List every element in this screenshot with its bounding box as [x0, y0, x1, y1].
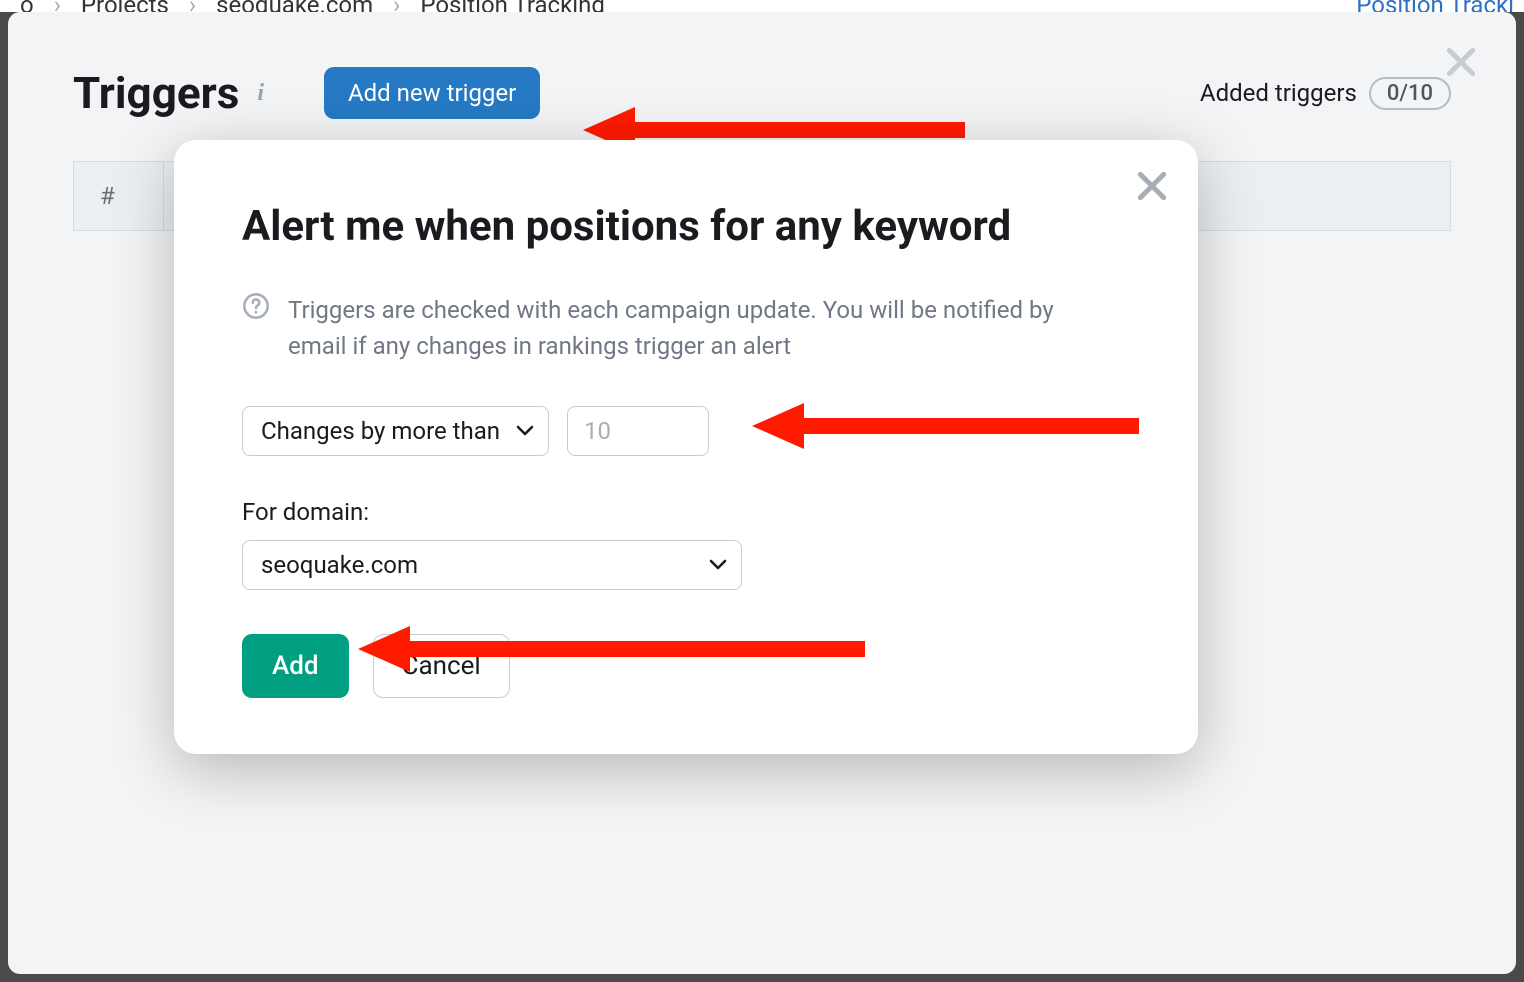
- domain-select[interactable]: seoquake.com: [242, 540, 742, 590]
- added-triggers-count: Added triggers 0/10: [1200, 77, 1451, 110]
- breadcrumb-right-link[interactable]: Position Tracki: [1356, 0, 1514, 12]
- add-button[interactable]: Add: [242, 634, 349, 698]
- annotation-arrow: [358, 626, 865, 672]
- page-breadcrumb: o › Projects › seoquake.com › Position T…: [0, 0, 1524, 12]
- breadcrumb-item[interactable]: Position Tracking: [420, 0, 604, 12]
- annotation-arrow: [752, 403, 1139, 449]
- breadcrumb-item[interactable]: seoquake.com: [216, 0, 373, 12]
- chevron-right-icon: ›: [54, 0, 61, 12]
- threshold-input[interactable]: [567, 406, 709, 456]
- count-pill: 0/10: [1369, 77, 1451, 110]
- domain-select-value: seoquake.com: [261, 551, 418, 579]
- breadcrumb-item: o: [20, 0, 34, 12]
- help-text: Triggers are checked with each campaign …: [288, 292, 1108, 364]
- chevron-right-icon: ›: [189, 0, 196, 12]
- info-icon[interactable]: i: [257, 80, 264, 107]
- close-icon[interactable]: [1441, 42, 1481, 82]
- help-row: Triggers are checked with each campaign …: [242, 292, 1130, 364]
- chevron-down-icon: [516, 425, 534, 437]
- add-new-trigger-button[interactable]: Add new trigger: [324, 67, 540, 119]
- breadcrumb-item[interactable]: Projects: [81, 0, 169, 12]
- domain-label: For domain:: [242, 498, 1130, 526]
- help-icon: [242, 292, 270, 320]
- condition-select-value: Changes by more than: [261, 417, 500, 445]
- added-triggers-label: Added triggers: [1200, 79, 1357, 107]
- chevron-down-icon: [709, 559, 727, 571]
- column-header-index: #: [74, 162, 164, 230]
- modal-title: Alert me when positions for any keyword: [242, 202, 1130, 252]
- close-icon[interactable]: [1132, 166, 1172, 206]
- panel-title: Triggers: [73, 67, 239, 119]
- chevron-right-icon: ›: [393, 0, 400, 12]
- condition-select[interactable]: Changes by more than: [242, 406, 549, 456]
